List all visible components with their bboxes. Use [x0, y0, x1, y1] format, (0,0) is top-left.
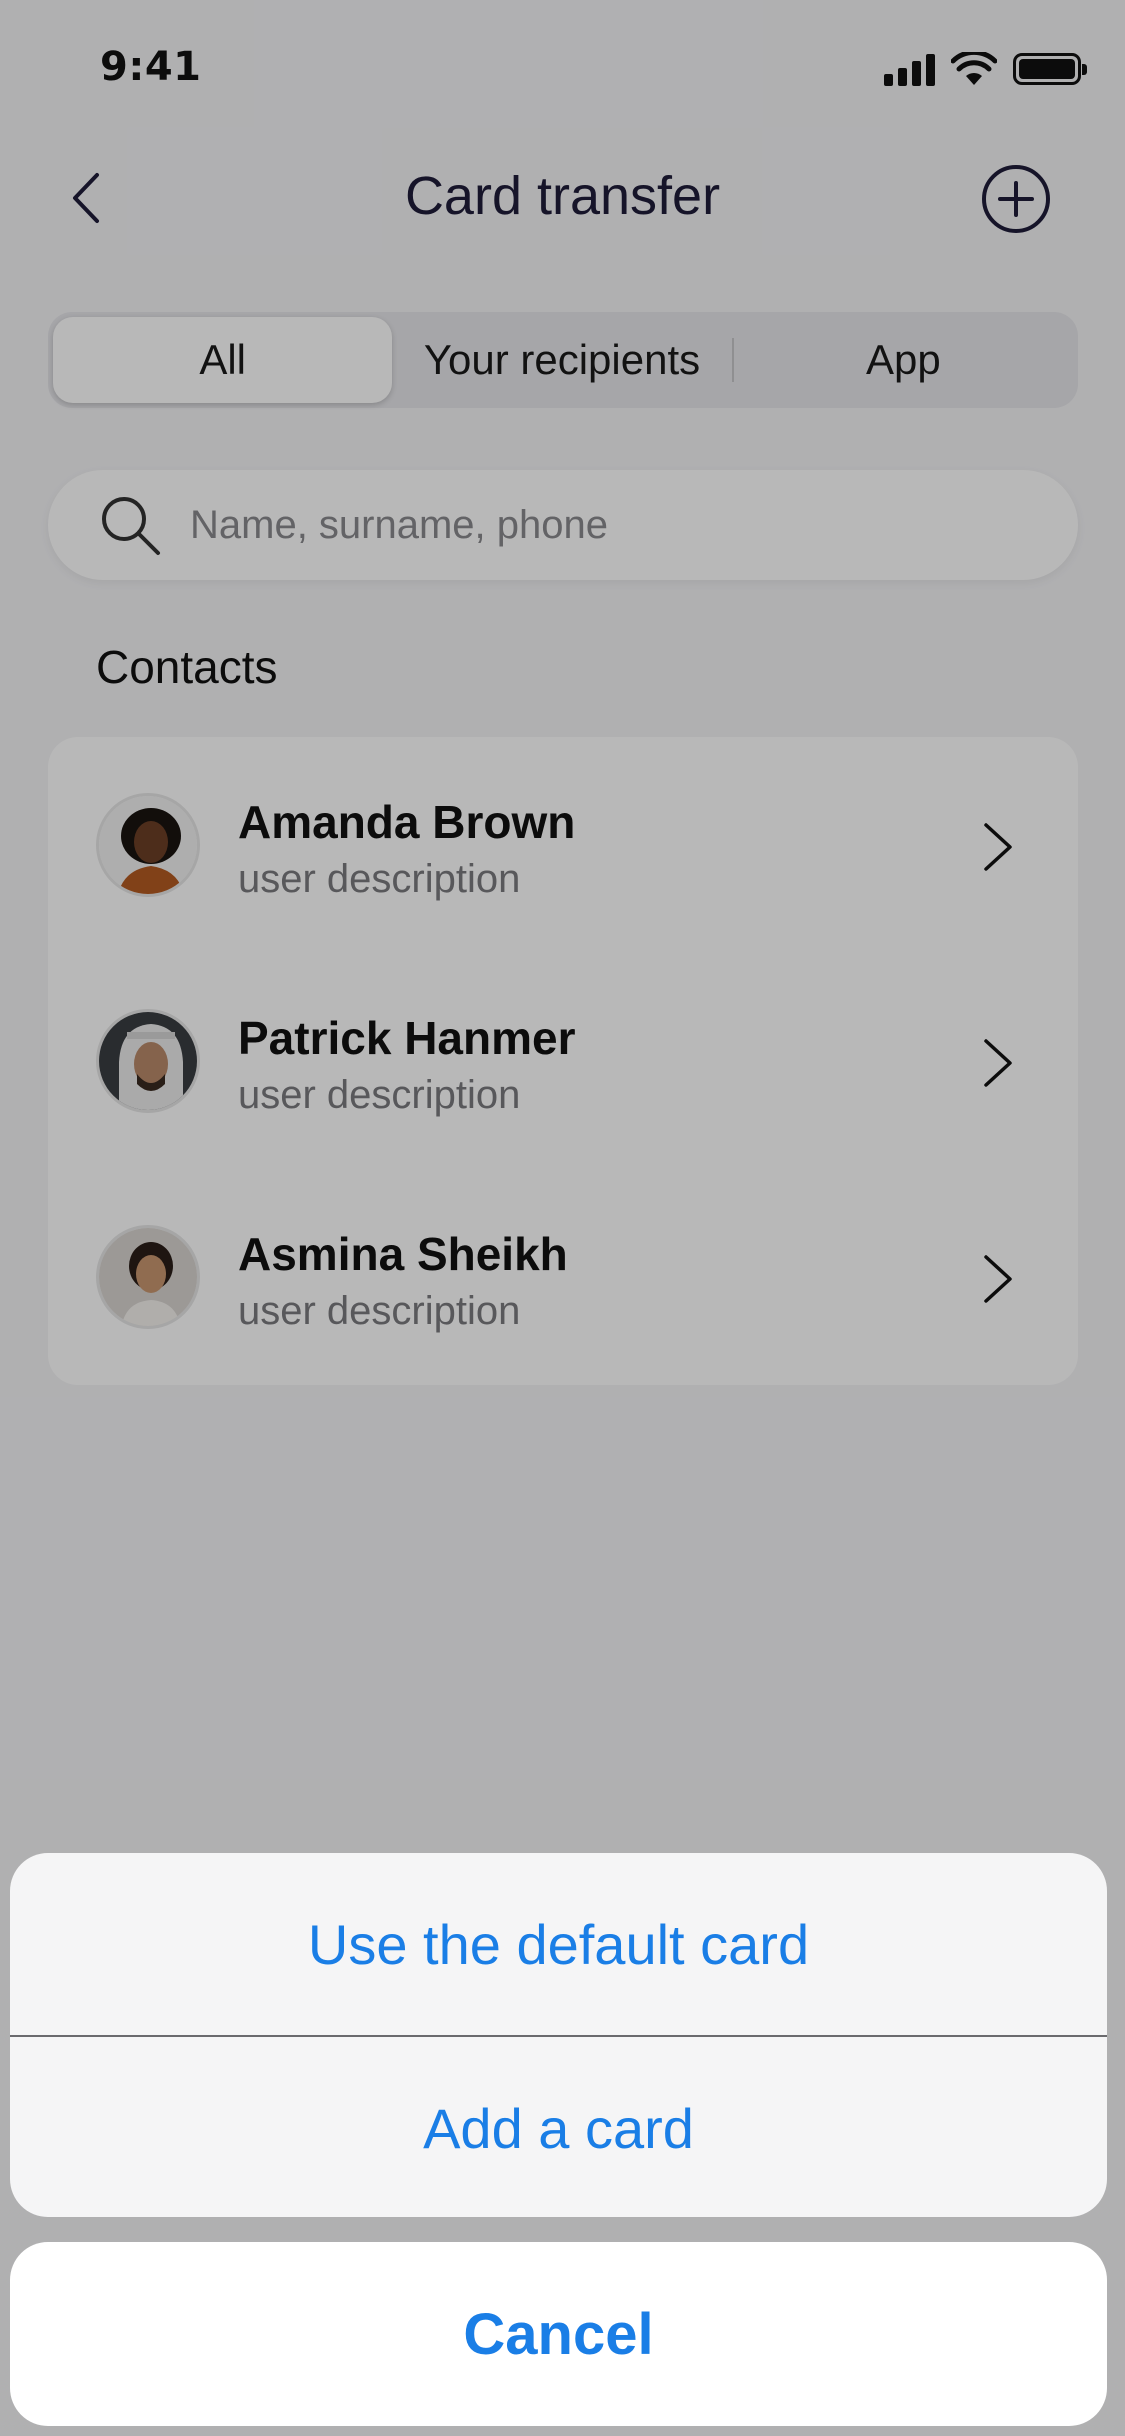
add-card-button[interactable]: Add a card	[10, 2037, 1107, 2217]
use-default-card-button[interactable]: Use the default card	[10, 1853, 1107, 2035]
action-sheet: Use the default card Add a card	[10, 1853, 1107, 2217]
cancel-button[interactable]: Cancel	[10, 2242, 1107, 2426]
